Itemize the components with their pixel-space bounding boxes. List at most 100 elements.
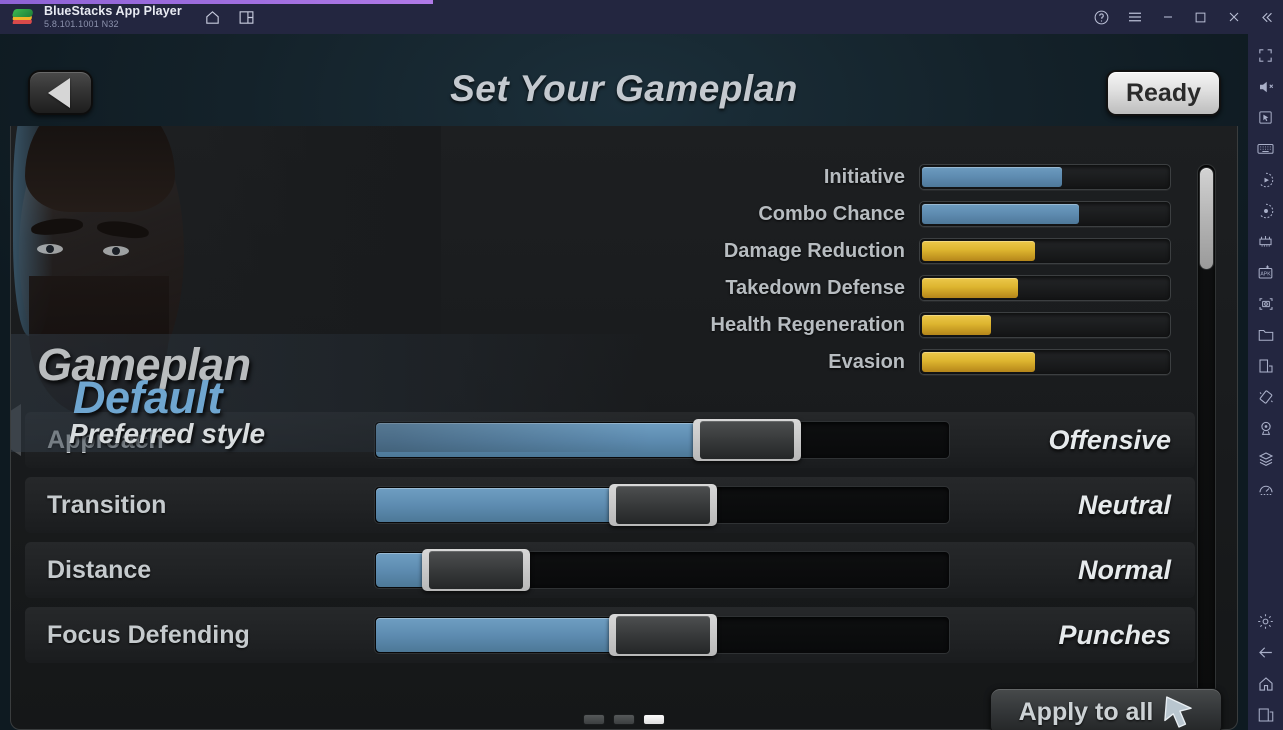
slider-handle[interactable] <box>693 419 801 461</box>
app-identity: BlueStacks App Player 5.8.101.1001 N32 <box>44 3 182 30</box>
stat-bar-track <box>919 275 1171 301</box>
slider-value: Normal <box>1077 554 1171 585</box>
app-title: BlueStacks App Player <box>44 3 182 18</box>
gameplan-subtitle: Preferred style <box>69 417 266 449</box>
stat-bar-track <box>919 201 1171 227</box>
home-icon[interactable] <box>204 8 222 26</box>
gameplan-panel: Gameplan Default Preferred style Initiat… <box>10 126 1238 730</box>
stat-bar-track <box>919 349 1171 375</box>
slider-label: Focus Defending <box>47 620 250 649</box>
menu-button[interactable] <box>1118 0 1151 34</box>
stat-bar-fill <box>922 315 991 335</box>
svg-text:APK: APK <box>1260 272 1271 278</box>
back-arrow-icon <box>47 77 70 108</box>
ready-button[interactable]: Ready <box>1106 70 1221 116</box>
stat-bar-fill <box>922 167 1063 187</box>
slider-label: Transition <box>47 490 167 519</box>
recents-icon[interactable] <box>1251 699 1281 730</box>
page-indicator <box>583 714 665 725</box>
title-bar: BlueStacks App Player 5.8.101.1001 N32 <box>0 0 1283 34</box>
page-dot[interactable] <box>613 714 635 725</box>
screenshot-icon[interactable] <box>1251 288 1281 319</box>
apply-to-all-label: Apply to all <box>1018 697 1154 726</box>
slider-row[interactable]: Focus Defending Punches <box>25 607 1195 663</box>
slider-track[interactable] <box>374 614 950 656</box>
stat-row: Health Regeneration <box>701 310 1171 340</box>
keyboard-icon[interactable] <box>1251 133 1281 164</box>
stat-row: Initiative <box>701 162 1171 192</box>
stat-row: Combo Chance <box>701 199 1171 229</box>
slider-track[interactable] <box>374 484 950 526</box>
app-version: 5.8.101.1001 N32 <box>44 18 119 29</box>
stat-row: Evasion <box>701 347 1171 377</box>
bluestacks-logo-icon <box>11 7 35 27</box>
slider-handle[interactable] <box>422 549 530 591</box>
stat-bar-fill <box>922 204 1080 224</box>
slider-label: Distance <box>47 555 152 584</box>
slider-fill <box>376 618 614 652</box>
cursor-arrow-icon <box>1164 696 1193 728</box>
page-dot[interactable] <box>643 714 665 725</box>
gamepad-icon[interactable] <box>1251 226 1281 257</box>
tilt-icon[interactable] <box>1251 381 1281 412</box>
bluestacks-window: BlueStacks App Player 5.8.101.1001 N32 S… <box>0 0 1283 730</box>
slider-row[interactable]: Distance Normal <box>25 542 1195 598</box>
scrollbar-thumb[interactable] <box>1199 167 1214 270</box>
maximize-button[interactable] <box>1184 0 1217 34</box>
collapse-sidebar-button[interactable] <box>1250 0 1283 34</box>
install-apk-icon[interactable]: APK <box>1251 257 1281 288</box>
slider-value: Punches <box>1058 619 1171 650</box>
stat-bar-track <box>919 312 1171 338</box>
minimize-button[interactable] <box>1151 0 1184 34</box>
location-icon[interactable] <box>1251 412 1281 443</box>
layers-icon[interactable] <box>1251 443 1281 474</box>
macro-recorder-icon[interactable] <box>1251 164 1281 195</box>
window-controls <box>1085 0 1283 34</box>
slider-value: Offensive <box>1048 424 1171 455</box>
stat-bar-fill <box>922 241 1036 261</box>
multi-instance-manager-icon[interactable] <box>1251 350 1281 381</box>
page-dot[interactable] <box>583 714 605 725</box>
stat-label: Health Regeneration <box>710 313 905 336</box>
stats-list: Initiative Combo Chance Damage Reduction Ta… <box>701 162 1171 384</box>
bluestacks-sidebar: APK <box>1248 34 1283 730</box>
back-arrow-icon[interactable] <box>1251 637 1281 668</box>
stat-bar-track <box>919 238 1171 264</box>
close-button[interactable] <box>1217 0 1250 34</box>
stat-label: Takedown Defense <box>725 276 905 299</box>
slider-row[interactable]: Transition Neutral <box>25 477 1195 533</box>
gameplan-header: Set Your Gameplan Ready <box>0 34 1248 116</box>
settings-gear-icon[interactable] <box>1251 606 1281 637</box>
stat-row: Damage Reduction <box>701 236 1171 266</box>
titlebar-icon-group <box>204 8 256 26</box>
slider-handle[interactable] <box>609 614 717 656</box>
stat-label: Evasion <box>828 350 905 373</box>
slider-fill <box>376 553 427 587</box>
stat-bar-fill <box>922 278 1018 298</box>
game-viewport: Set Your Gameplan Ready Gameplan Default… <box>0 34 1248 730</box>
performance-icon[interactable] <box>1251 474 1281 505</box>
tab-accent-strip <box>0 0 433 4</box>
cursor-icon[interactable] <box>1251 102 1281 133</box>
slider-track[interactable] <box>374 549 950 591</box>
stat-label: Damage Reduction <box>723 239 905 262</box>
back-button[interactable] <box>28 70 93 115</box>
stat-row: Takedown Defense <box>701 273 1171 303</box>
gameplan-info: Gameplan Default Preferred style <box>37 342 266 450</box>
stat-bar-fill <box>922 352 1036 372</box>
slider-value: Neutral <box>1077 489 1171 520</box>
panel-scrollbar[interactable] <box>1197 164 1216 720</box>
apply-to-all-button[interactable]: Apply to all <box>990 688 1222 730</box>
mute-icon[interactable] <box>1251 71 1281 102</box>
multi-instance-icon[interactable] <box>238 8 256 26</box>
slider-fill <box>376 488 614 522</box>
stat-label: Combo Chance <box>758 202 905 225</box>
media-folder-icon[interactable] <box>1251 319 1281 350</box>
fullscreen-icon[interactable] <box>1251 40 1281 71</box>
slider-handle[interactable] <box>609 484 717 526</box>
page-title: Set Your Gameplan <box>450 68 798 109</box>
stat-label: Initiative <box>823 165 905 188</box>
home-icon[interactable] <box>1251 668 1281 699</box>
help-button[interactable] <box>1085 0 1118 34</box>
script-icon[interactable] <box>1251 195 1281 226</box>
